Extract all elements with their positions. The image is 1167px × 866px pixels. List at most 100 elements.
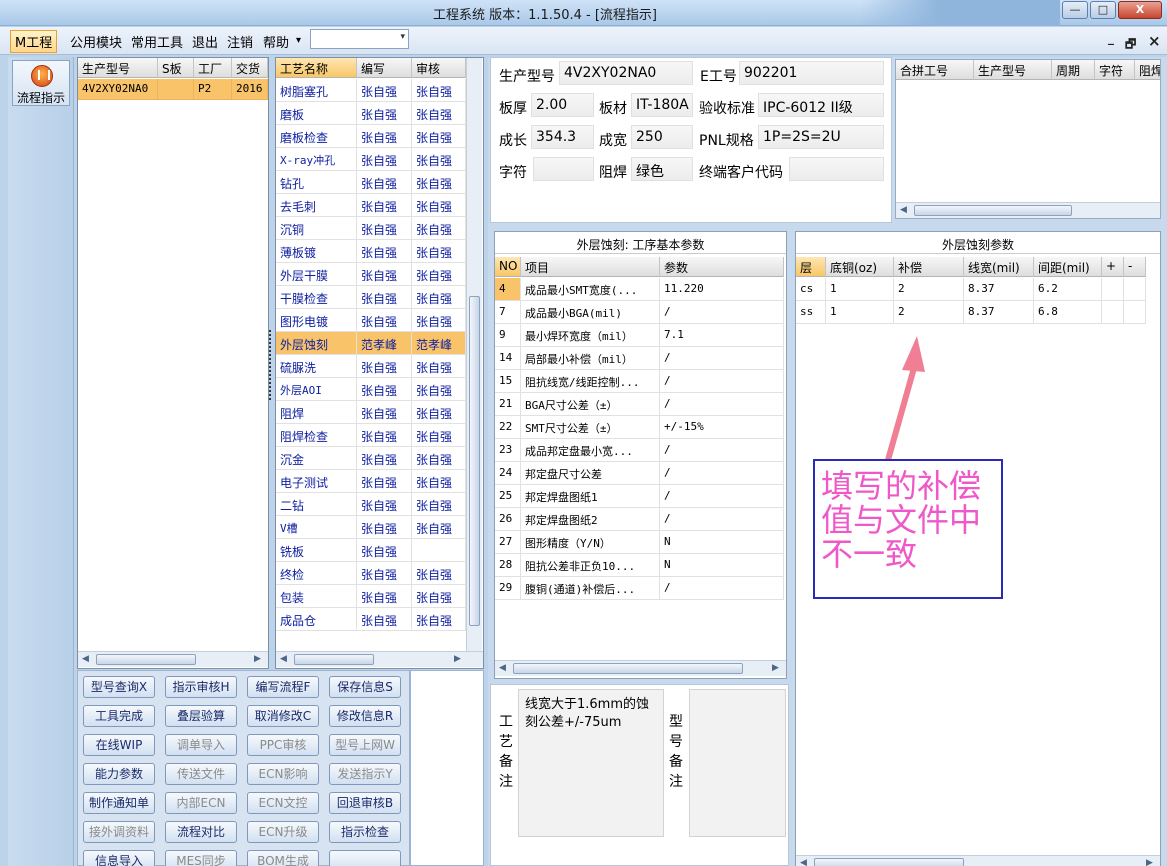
etch-params-cell[interactable]: ss [796, 301, 826, 324]
eno-field[interactable]: 902201 [739, 61, 884, 85]
action-button[interactable]: 在线WIP [83, 734, 155, 756]
process-row-cell[interactable]: 张自强 [357, 424, 412, 447]
process-row-cell[interactable] [412, 539, 466, 562]
action-button[interactable]: 取消修改C [247, 705, 319, 727]
basic-params-cell[interactable]: 腹铜(通道)补偿后... [521, 577, 660, 600]
etch-params-header-cell[interactable]: 底铜(oz) [826, 257, 894, 277]
maximize-button[interactable]: □ [1090, 1, 1116, 19]
process-row-cell[interactable]: 张自强 [357, 102, 412, 125]
mdi-close-button[interactable]: × [1148, 32, 1161, 50]
basic-params-cell[interactable]: 成品邦定盘最小宽... [521, 439, 660, 462]
pnl-field[interactable]: 1P=2S=2U [758, 125, 884, 149]
action-button[interactable]: 型号上网W [329, 734, 401, 756]
process-row-cell[interactable]: 外层蚀刻 [276, 332, 357, 355]
action-button[interactable] [329, 850, 401, 866]
basic-params-cell[interactable]: / [660, 485, 784, 508]
action-button[interactable]: PPC审核 [247, 734, 319, 756]
model-row-cell[interactable]: P2 [194, 79, 232, 100]
process-row-cell[interactable]: 磨板检查 [276, 125, 357, 148]
basic-params-cell[interactable]: 24 [495, 462, 521, 485]
process-row-cell[interactable]: 张自强 [357, 562, 412, 585]
process-row-cell[interactable]: 范孝峰 [412, 332, 466, 355]
model-note-textarea[interactable] [689, 689, 786, 837]
etch-params-cell[interactable]: 1 [826, 278, 894, 301]
action-button[interactable]: ECN升级 [247, 821, 319, 843]
basic-params-header-cell[interactable]: NO [495, 257, 521, 277]
etch-params-hscroll[interactable]: ◀ ▶ [796, 855, 1160, 866]
close-button[interactable]: X [1118, 1, 1162, 19]
combo-grid-header-cell[interactable]: 字符 [1095, 60, 1135, 80]
combo-grid-header-cell[interactable]: 生产型号 [974, 60, 1052, 80]
process-row-cell[interactable]: 张自强 [357, 401, 412, 424]
process-grid-header-cell[interactable]: 审核 [412, 58, 466, 78]
flow-indication-button[interactable]: 流程指示 [12, 60, 70, 106]
action-button[interactable]: 工具完成 [83, 705, 155, 727]
etch-params-cell[interactable]: 1 [826, 301, 894, 324]
process-row-cell[interactable]: 张自强 [412, 401, 466, 424]
process-row-cell[interactable]: 张自强 [357, 240, 412, 263]
basic-params-cell[interactable]: 阻抗公差非正负10... [521, 554, 660, 577]
scroll-thumb[interactable] [814, 858, 964, 866]
action-button[interactable]: 编写流程F [247, 676, 319, 698]
scroll-left-icon[interactable]: ◀ [800, 858, 807, 866]
scroll-thumb[interactable] [469, 296, 480, 626]
process-row-cell[interactable]: 包装 [276, 585, 357, 608]
scroll-thumb[interactable] [914, 205, 1072, 216]
mask-field[interactable]: 绿色 [631, 157, 693, 181]
action-button[interactable]: 型号查询X [83, 676, 155, 698]
scroll-thumb[interactable] [513, 663, 743, 674]
combo-grid-header-cell[interactable]: 周期 [1052, 60, 1095, 80]
process-row-cell[interactable]: 张自强 [412, 470, 466, 493]
process-row-cell[interactable]: 张自强 [357, 516, 412, 539]
scroll-thumb[interactable] [96, 654, 196, 665]
process-row-cell[interactable]: 张自强 [357, 194, 412, 217]
action-button[interactable]: 调单导入 [165, 734, 237, 756]
process-row-cell[interactable]: 外层干膜 [276, 263, 357, 286]
action-button[interactable]: 指示检查 [329, 821, 401, 843]
basic-params-cell[interactable]: / [660, 301, 784, 324]
process-row-cell[interactable]: 张自强 [357, 263, 412, 286]
etch-params-header-cell[interactable]: 补偿 [894, 257, 964, 277]
char-field[interactable] [533, 157, 594, 181]
process-row-cell[interactable]: X-ray冲孔 [276, 148, 357, 171]
basic-params-cell[interactable]: / [660, 347, 784, 370]
process-row-cell[interactable]: 去毛刺 [276, 194, 357, 217]
process-row-cell[interactable]: 张自强 [412, 378, 466, 401]
action-button[interactable]: 指示审核H [165, 676, 237, 698]
scroll-right-icon[interactable]: ▶ [254, 654, 261, 664]
process-grid-header-cell[interactable]: 工艺名称 [276, 58, 357, 78]
process-row-cell[interactable]: 干膜检查 [276, 286, 357, 309]
basic-params-cell[interactable]: 7 [495, 301, 521, 324]
basic-params-cell[interactable]: 成品最小BGA(mil) [521, 301, 660, 324]
mdi-restore-button[interactable]: 🗗 [1125, 35, 1136, 56]
process-row-cell[interactable]: 范孝峰 [357, 332, 412, 355]
scroll-right-icon[interactable]: ▶ [772, 663, 779, 673]
model-grid-header-cell[interactable]: S板 [158, 58, 194, 78]
action-button[interactable]: BOM生成 [247, 850, 319, 866]
combo-grid-header-cell[interactable]: 阻焊 [1135, 60, 1160, 80]
menu-logout[interactable]: 注销 [227, 32, 253, 51]
menu-common-tools[interactable]: 常用工具 [131, 32, 183, 51]
scroll-left-icon[interactable]: ◀ [82, 654, 89, 664]
minimize-button[interactable]: — [1062, 1, 1088, 19]
material-field[interactable]: IT-180A [631, 93, 693, 117]
process-row-cell[interactable]: 张自强 [357, 171, 412, 194]
basic-params-hscroll[interactable]: ◀ ▶ [495, 660, 786, 676]
process-row-cell[interactable]: 张自强 [412, 447, 466, 470]
process-row-cell[interactable]: 树脂塞孔 [276, 79, 357, 102]
etch-params-cell[interactable]: 6.8 [1034, 301, 1102, 324]
process-row-cell[interactable]: 终检 [276, 562, 357, 585]
basic-params-cell[interactable]: 14 [495, 347, 521, 370]
process-row-cell[interactable]: 张自强 [412, 309, 466, 332]
basic-params-cell[interactable]: / [660, 439, 784, 462]
length-field[interactable]: 354.3 [531, 125, 594, 149]
etch-params-header-cell[interactable]: - [1124, 257, 1146, 277]
process-row-cell[interactable]: 张自强 [357, 585, 412, 608]
action-button[interactable]: 传送文件 [165, 763, 237, 785]
process-row-cell[interactable]: 张自强 [412, 286, 466, 309]
process-row-cell[interactable]: 张自强 [412, 217, 466, 240]
basic-params-cell[interactable]: 邦定焊盘图纸2 [521, 508, 660, 531]
combo-grid-header-cell[interactable]: 合拼工号 [896, 60, 974, 80]
process-row-cell[interactable]: 张自强 [357, 286, 412, 309]
process-row-cell[interactable]: 张自强 [357, 539, 412, 562]
